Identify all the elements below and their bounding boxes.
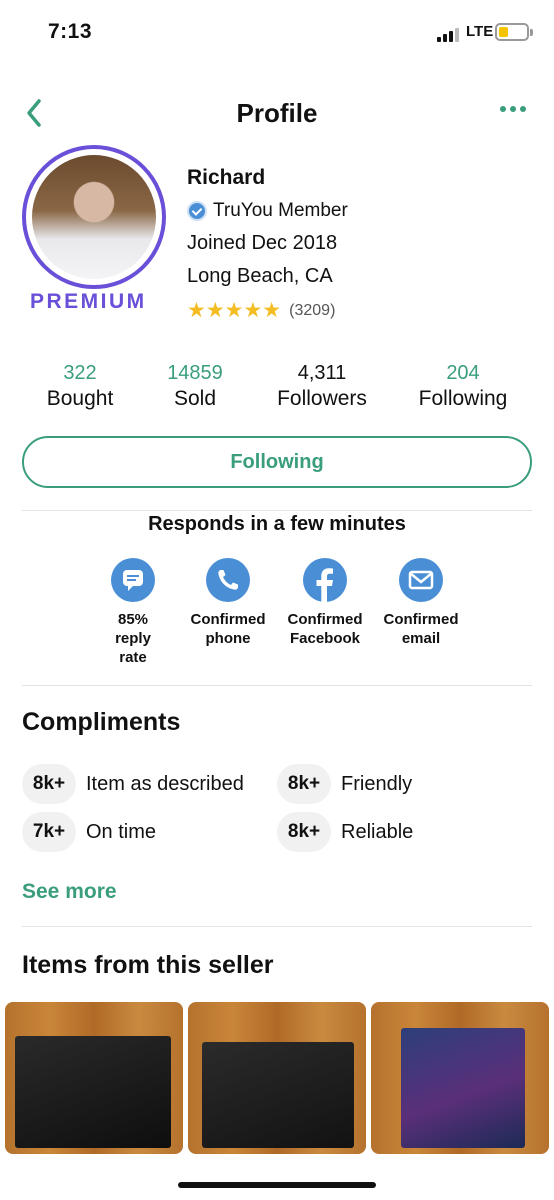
stat-label: Bought [46,387,114,410]
phone-icon [206,558,250,602]
profile-info: Richard TruYou Member Joined Dec 2018 Lo… [187,166,348,323]
verification-phone: Confirmed phone [178,558,278,648]
joined-date: Joined Dec 2018 [187,232,338,254]
compliment-label: Item as described [86,772,244,795]
header: Profile [0,86,554,142]
compliment-item: 7k+ On time [22,812,156,852]
compliments-title: Compliments [22,708,181,736]
profile-name: Richard [187,166,266,189]
verification-label: 85% [117,611,149,628]
avatar[interactable] [22,145,166,289]
compliment-item: 8k+ Item as described [22,764,244,804]
stat-value: 4,311 [297,362,347,384]
item-image [202,1042,354,1148]
verification-email: Confirmed email [371,558,471,648]
page-title: Profile [236,98,318,128]
avatar-photo [32,155,156,279]
compliment-count: 8k+ [277,812,331,852]
divider [22,510,532,511]
stat-value: 204 [446,362,480,384]
verification-label: rate [119,649,147,666]
rating-count: (3209) [289,301,336,319]
verification-reply-rate: 85% reply rate [83,558,183,667]
item-card[interactable] [188,1002,366,1154]
verification-label: reply [115,630,151,647]
stat-value: 322 [63,362,97,384]
home-indicator [178,1182,376,1188]
premium-label: PREMIUM [30,290,147,313]
compliment-item: 8k+ Friendly [277,764,412,804]
verification-label: Confirmed [190,611,266,628]
compliment-label: On time [86,820,157,843]
location: Long Beach, CA [187,265,333,287]
see-more-link[interactable]: See more [22,880,117,904]
more-options-icon[interactable] [500,106,526,112]
stat-followers[interactable]: 4,311 Followers [267,362,377,411]
compliment-count: 8k+ [277,764,331,804]
divider [22,685,532,686]
item-image [401,1028,525,1148]
verification-label: Confirmed [383,611,459,628]
verification-label: email [401,630,441,647]
stat-label: Followers [277,387,367,410]
stat-label: Sold [173,387,217,410]
verification-facebook: Confirmed Facebook [275,558,375,648]
divider [22,926,532,927]
battery-icon [495,23,533,41]
status-bar: 7:13 LTE [0,0,554,64]
stat-following[interactable]: 204 Following [410,362,516,411]
compliment-count: 8k+ [22,764,76,804]
profile-stats: 322 Bought 14859 Sold 4,311 Followers 20… [0,362,554,422]
stat-sold[interactable]: 14859 Sold [155,362,235,411]
email-icon [399,558,443,602]
rating[interactable]: ★★★★★ (3209) [187,298,348,323]
compliment-label: Friendly [341,772,413,795]
compliment-item: 8k+ Reliable [277,812,413,852]
item-image [15,1036,171,1148]
compliment-label: Reliable [341,820,414,843]
response-time: Responds in a few minutes [148,513,406,535]
compliment-count: 7k+ [22,812,76,852]
chat-bubble-icon [111,558,155,602]
items-section-title: Items from this seller [22,951,274,979]
stat-bought[interactable]: 322 Bought [40,362,120,411]
network-label: LTE [466,23,494,40]
truyou-label: TruYou Member [213,200,348,221]
verification-label: phone [205,630,251,647]
truyou-member: TruYou Member [187,200,348,222]
stat-label: Following [418,387,508,410]
status-time: 7:13 [48,20,93,43]
item-card[interactable] [371,1002,549,1154]
verification-label: Confirmed [287,611,363,628]
item-card[interactable] [5,1002,183,1154]
stat-value: 14859 [167,362,223,384]
verification-label: Facebook [289,630,361,647]
star-rating-icon: ★★★★★ [187,299,282,322]
following-button[interactable]: Following [22,436,532,488]
facebook-icon [303,558,347,602]
verified-check-icon [187,201,207,221]
signal-icon [437,28,459,42]
